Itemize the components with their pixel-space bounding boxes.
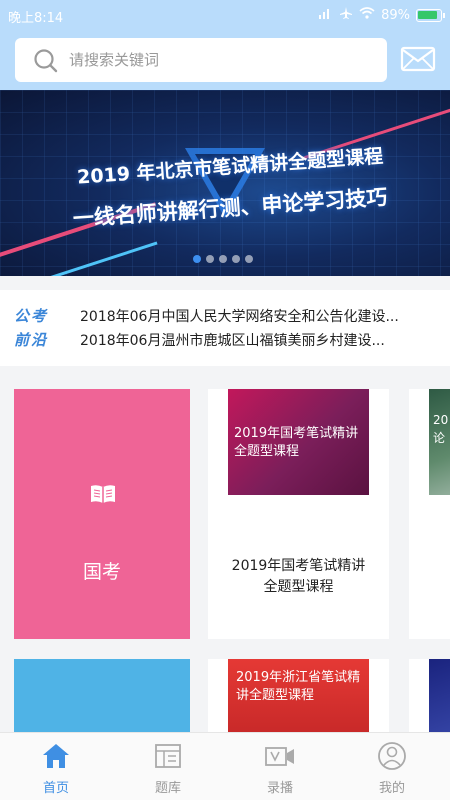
pagination-dot[interactable] bbox=[245, 255, 253, 263]
tab-mine[interactable]: 我的 bbox=[336, 733, 448, 800]
thumbnail-caption: 20 论 bbox=[433, 413, 449, 445]
book-icon bbox=[90, 483, 116, 509]
mail-icon[interactable] bbox=[400, 44, 436, 76]
pagination-dot[interactable] bbox=[219, 255, 227, 263]
user-icon bbox=[376, 741, 408, 771]
category-card-guokao[interactable]: 国考 bbox=[14, 389, 190, 639]
news-section: 公考 前沿 2018年06月中国人民大学网络安全和公告化建设... 2018年0… bbox=[0, 290, 450, 366]
promo-banner[interactable]: 2019 年北京市笔试精讲全题型课程 一线名师讲解行测、申论学习技巧 bbox=[0, 90, 450, 276]
course-thumbnail: 2019年浙江省笔试精讲全题型课程 bbox=[228, 659, 369, 732]
course-title-line2: 论 bbox=[427, 577, 450, 598]
course-thumbnail: 2019年国考笔试精讲全题型课程 bbox=[228, 389, 369, 495]
video-icon bbox=[264, 741, 296, 771]
course-thumbnail bbox=[429, 659, 450, 732]
news-item[interactable]: 2018年06月温州市鹿城区山福镇美丽乡村建设... bbox=[80, 330, 435, 354]
news-list: 2018年06月中国人民大学网络安全和公告化建设... 2018年06月温州市鹿… bbox=[80, 306, 435, 354]
status-bar: 晚上8:14 89% bbox=[0, 0, 450, 30]
tab-recorded[interactable]: 录播 bbox=[224, 733, 336, 800]
home-icon bbox=[40, 741, 72, 771]
news-logo: 公考 前沿 bbox=[14, 304, 64, 352]
tab-label: 首页 bbox=[42, 781, 69, 796]
category-label: 国考 bbox=[82, 561, 121, 583]
course-card[interactable]: 2019年浙江省笔试精讲全题型课程 bbox=[208, 659, 389, 732]
course-thumbnail: 20 论 bbox=[429, 389, 450, 495]
course-title-line2: 全题型课程 bbox=[263, 579, 334, 595]
tab-label: 题库 bbox=[154, 781, 181, 796]
course-title-line1: 201 bbox=[427, 556, 450, 577]
wifi-icon bbox=[359, 7, 375, 23]
tab-label: 录播 bbox=[266, 781, 293, 796]
signal-icon bbox=[319, 7, 333, 23]
status-icons: 89% bbox=[319, 6, 445, 24]
tab-label: 我的 bbox=[378, 781, 405, 796]
search-icon bbox=[29, 38, 69, 82]
thumbnail-caption: 2019年浙江省笔试精讲全题型课程 bbox=[236, 670, 361, 703]
news-logo-line1: 公考 bbox=[14, 307, 49, 325]
course-card[interactable]: 20论 201 论 bbox=[409, 389, 450, 639]
pagination-dot[interactable] bbox=[193, 255, 201, 263]
course-card[interactable] bbox=[409, 659, 450, 732]
news-logo-line2: 前沿 bbox=[14, 331, 49, 349]
pagination-dot[interactable] bbox=[232, 255, 240, 263]
battery-percent: 89% bbox=[381, 7, 410, 23]
question-bank-icon bbox=[152, 741, 184, 771]
banner-pagination bbox=[193, 255, 253, 263]
top-header bbox=[0, 30, 450, 90]
search-bar[interactable] bbox=[15, 38, 387, 82]
status-time: 晚上8:14 bbox=[8, 11, 64, 26]
pagination-dot[interactable] bbox=[206, 255, 214, 263]
thumbnail-caption: 2019年国考笔试精讲全题型课程 bbox=[234, 426, 359, 459]
news-item[interactable]: 2018年06月中国人民大学网络安全和公告化建设... bbox=[80, 306, 435, 330]
course-title: 2019年国考笔试精讲 全题型课程 bbox=[208, 556, 389, 598]
course-grid: 国考 2019年国考笔试精讲全题型课程 2019年国考笔试精讲 全题型课程 20… bbox=[0, 376, 450, 732]
battery-icon bbox=[416, 8, 445, 22]
app-screen: 晚上8:14 89% 请搜索关键词 2019 年北京市笔试精讲全题型课程 一线名… bbox=[0, 0, 450, 800]
course-title-line1: 2019年国考笔试精讲 bbox=[231, 558, 366, 574]
tab-question-bank[interactable]: 题库 bbox=[112, 733, 224, 800]
bottom-tab-bar: 首页 题库 录播 我的 bbox=[0, 732, 450, 800]
search-input[interactable] bbox=[69, 51, 349, 69]
course-title: 201 论 bbox=[427, 556, 450, 598]
course-card[interactable]: 2019年国考笔试精讲全题型课程 2019年国考笔试精讲 全题型课程 bbox=[208, 389, 389, 639]
category-card-blue[interactable] bbox=[14, 659, 190, 732]
tab-home[interactable]: 首页 bbox=[0, 733, 112, 800]
airplane-icon bbox=[339, 6, 353, 24]
